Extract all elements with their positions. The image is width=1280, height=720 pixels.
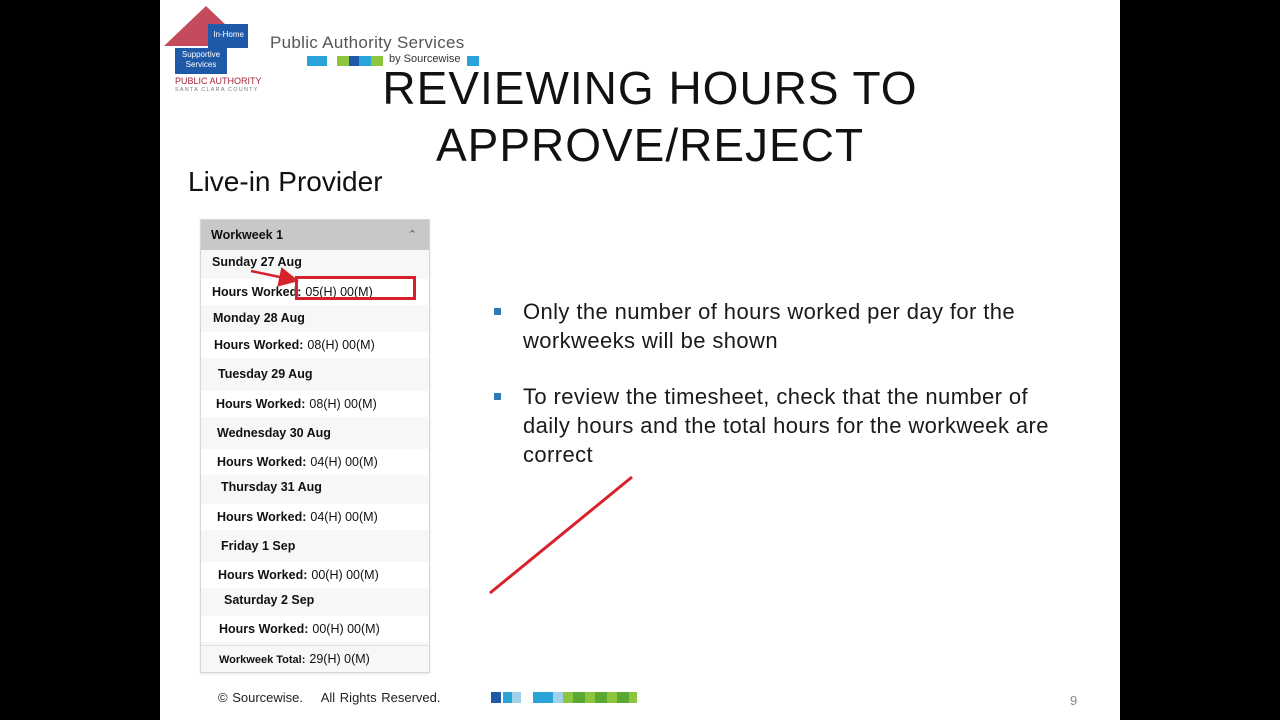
hours-highlight-box [295,276,416,300]
hours-label: Hours Worked: [212,285,302,299]
day-label: Sunday 27 Aug [212,255,302,269]
hours-row: Hours Worked: 04(H) 00(M) [201,504,429,530]
brand-title: Public Authority Services [270,33,465,52]
slide-subtitle: Live-in Provider [188,166,383,197]
ihss-logo: In-Home Supportive Services PUBLIC AUTHO… [164,4,270,94]
day-label: Tuesday 29 Aug [218,367,313,381]
chevron-up-icon[interactable]: ⌃ [408,220,417,250]
bullet-marker [494,393,501,400]
logo-services-text: Services [185,60,217,69]
slide: In-Home Supportive Services PUBLIC AUTHO… [160,0,1120,720]
bullet-text: Only the number of hours worked per day … [523,299,1016,353]
day-label: Friday 1 Sep [221,539,296,553]
hours-value: 08(H) 00(M) [307,338,375,352]
logo-supportive-text: Supportive [181,50,221,59]
workweek-total-row: Workweek Total: 29(H) 0(M) [201,645,429,671]
slide-title: REVIEWING HOURS TO APPROVE/REJECT [320,60,980,174]
hours-row: Hours Worked: 04(H) 00(M) [201,449,429,475]
hours-value: 04(H) 00(M) [310,455,378,469]
copyright-text: © Sourcewise. All Rights Reserved. [218,690,441,705]
hours-row: Hours Worked: 00(H) 00(M) [201,562,429,588]
slide-title-line-2: APPROVE/REJECT [435,119,865,171]
bullet-list: Only the number of hours worked per day … [494,297,1054,496]
bullet-item: To review the timesheet, check that the … [494,382,1054,469]
day-label: Thursday 31 Aug [221,480,322,494]
hours-row: Hours Worked: 00(H) 00(M) [201,616,429,642]
hours-value: 00(H) 00(M) [311,568,379,582]
slide-title-line-1: REVIEWING HOURS TO [382,62,918,114]
hours-row: Hours Worked: 08(H) 00(M) [201,391,429,417]
hours-label: Hours Worked: [218,568,308,582]
hours-label: Hours Worked: [217,455,307,469]
page-number: 9 [1070,693,1078,708]
hours-label: Hours Worked: [219,622,309,636]
logo-county-text: SANTA CLARA COUNTY [175,87,259,93]
bullet-item: Only the number of hours worked per day … [494,297,1054,355]
day-label: Saturday 2 Sep [224,593,315,607]
workweek-total-value: 29(H) 0(M) [309,652,370,666]
workweek-title: Workweek 1 [211,228,284,242]
logo-in-home-text: In-Home [208,24,248,48]
footer-color-bar [491,692,637,703]
hours-label: Hours Worked: [217,510,307,524]
hours-value: 00(H) 00(M) [312,622,380,636]
hours-value: 04(H) 00(M) [310,510,378,524]
day-label: Monday 28 Aug [213,311,305,325]
logo-public-authority-text: PUBLIC AUTHORITY [175,76,262,86]
logo-services-box: Supportive Services [175,48,227,74]
hours-label: Hours Worked: [214,338,304,352]
bullet-marker [494,308,501,315]
bullet-text: To review the timesheet, check that the … [523,384,1049,467]
hours-row: Hours Worked: 08(H) 00(M) [201,332,429,358]
workweek-total-label: Workweek Total: [219,654,306,666]
workweek-header[interactable]: Workweek 1 ⌃ [201,220,429,250]
day-label: Wednesday 30 Aug [217,426,331,440]
hours-label: Hours Worked: [216,397,306,411]
hours-value: 08(H) 00(M) [309,397,377,411]
